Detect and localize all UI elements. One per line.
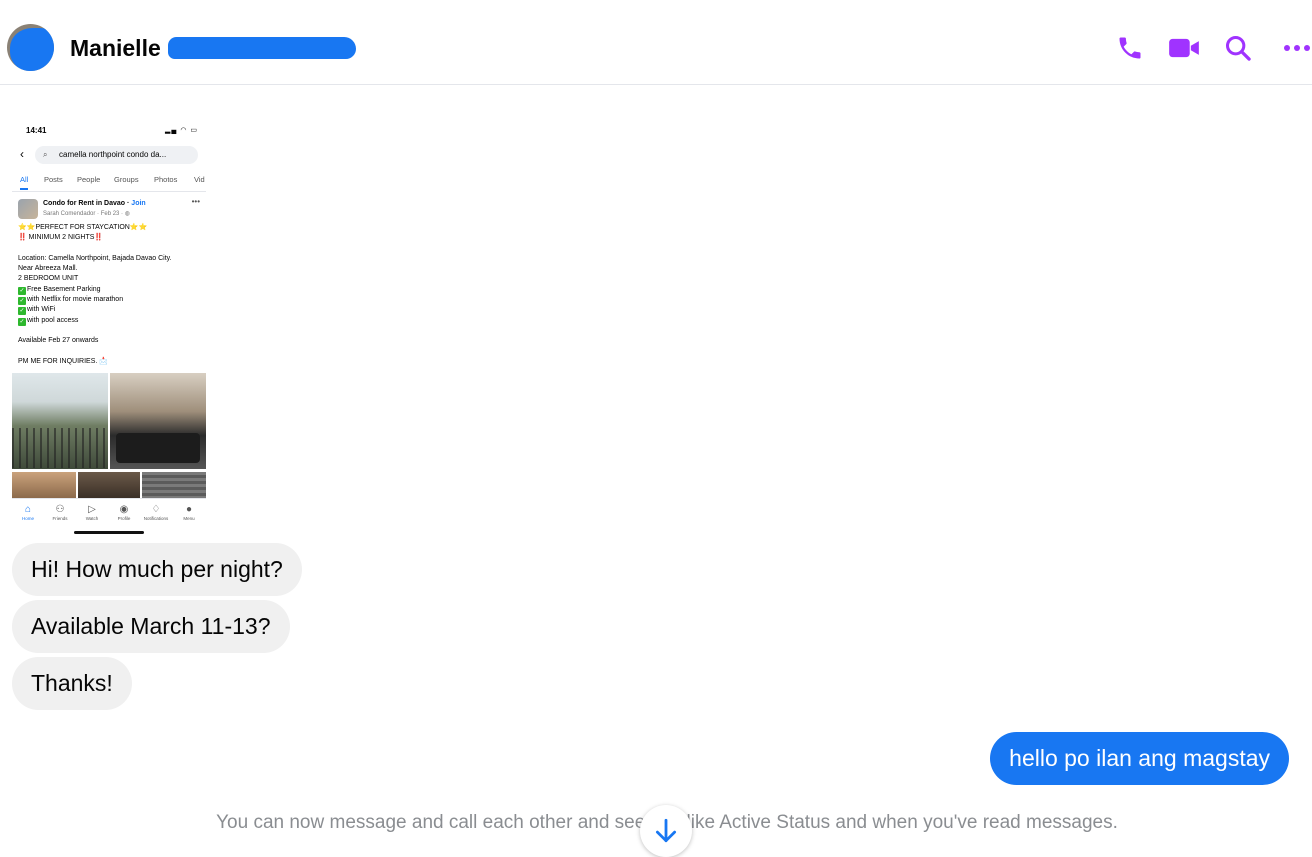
more-options-icon: [1284, 45, 1310, 51]
fb-tab: All: [20, 175, 29, 190]
contact-avatar[interactable]: [7, 24, 54, 71]
name-redaction: [168, 37, 356, 59]
fb-tab: Photos: [154, 175, 178, 184]
post-photo-living-room: [110, 373, 206, 469]
more-options-button[interactable]: [1281, 32, 1312, 64]
nav-friends: ⚇ Friends: [45, 503, 75, 521]
search-icon: [1225, 35, 1251, 61]
avatar-redaction: [10, 28, 54, 71]
phone-status-icons: ▂▄ ◠ ▭: [165, 127, 198, 134]
nav-home: ⌂ Home: [13, 503, 43, 521]
fb-tab: Groups: [114, 175, 139, 184]
post-photo: [78, 472, 140, 498]
search-icon: ⌕: [43, 150, 48, 159]
contact-name[interactable]: Manielle: [70, 35, 161, 62]
post-author-line: Sarah Comendador · Feb 23 · ◍: [43, 211, 130, 217]
friends-icon: ⚇: [55, 504, 65, 515]
phone-icon: [1119, 37, 1141, 59]
arrow-down-icon: [655, 818, 677, 843]
home-icon: ⌂: [24, 504, 32, 515]
fb-post-body: ⭐⭐PERFECT FOR STAYCATION⭐⭐ ‼️ MINIMUM 2 …: [18, 224, 172, 365]
back-arrow-icon: ‹: [20, 147, 24, 161]
menu-avatar-icon: ●: [185, 504, 193, 515]
post-more-icon: •••: [191, 197, 200, 206]
conversation-header: Manielle: [0, 0, 1312, 85]
incoming-message[interactable]: Hi! How much per night?: [12, 543, 302, 596]
home-indicator: [74, 531, 144, 534]
voice-call-button[interactable]: [1114, 32, 1146, 64]
scroll-to-bottom-button[interactable]: [640, 805, 692, 857]
fb-search-query: camella northpoint condo da...: [59, 150, 167, 159]
fb-bottom-nav: ⌂ Home ⚇ Friends ▷ Watch ◉ Profile ♢ Notifica…: [12, 498, 206, 529]
watch-icon: ▷: [88, 504, 96, 515]
post-photo: [142, 472, 206, 498]
post-photo: [12, 472, 76, 498]
group-name: Condo for Rent in Davao · Join: [43, 200, 146, 207]
outgoing-message[interactable]: hello po ilan ang magstay: [990, 732, 1289, 785]
nav-menu: ● Menu: [174, 503, 204, 521]
post-photo-balcony: [12, 373, 108, 469]
nav-notifications: ♢ Notifications: [141, 503, 171, 521]
fb-tab: Posts: [44, 175, 63, 184]
fb-tab: People: [77, 175, 101, 184]
fb-tab: Vid: [194, 175, 205, 184]
nav-profile: ◉ Profile: [109, 503, 139, 521]
phone-time: 14:41: [26, 126, 47, 135]
group-avatar: [18, 199, 38, 219]
fb-search-bar: ⌕ camella northpoint condo da...: [35, 146, 198, 164]
incoming-message[interactable]: Thanks!: [12, 657, 132, 710]
fb-search-tabs: All Posts People Groups Photos Vid: [12, 175, 206, 192]
shared-screenshot-image[interactable]: 14:41 ▂▄ ◠ ▭ ‹ ⌕ camella northpoint cond…: [12, 118, 206, 536]
bell-icon: ♢: [151, 504, 161, 515]
nav-watch: ▷ Watch: [77, 503, 107, 521]
profile-icon: ◉: [119, 504, 129, 515]
video-camera-icon: [1169, 38, 1199, 58]
search-button[interactable]: [1222, 32, 1254, 64]
incoming-message[interactable]: Available March 11-13?: [12, 600, 290, 653]
video-call-button[interactable]: [1168, 32, 1200, 64]
